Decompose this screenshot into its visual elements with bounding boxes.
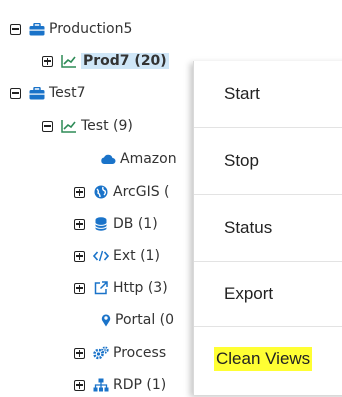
- expand-icon[interactable]: [74, 347, 85, 359]
- menu-item-label: Start: [224, 84, 260, 103]
- map-marker-icon: [100, 313, 111, 327]
- tree-node-test7[interactable]: Test7: [10, 81, 85, 105]
- expand-icon[interactable]: [74, 186, 85, 198]
- tree-node-label: DB (1): [113, 216, 158, 232]
- cogs-icon: [93, 346, 109, 360]
- tree-node-label: RDP (1): [113, 377, 167, 393]
- menu-item-label: Status: [224, 218, 273, 237]
- tree-node-label: Amazon: [120, 151, 177, 167]
- code-icon: [93, 249, 109, 263]
- tree-node-label: Production5: [49, 21, 133, 37]
- database-icon: [93, 217, 109, 231]
- tree-node-label: Ext (1): [113, 248, 160, 264]
- tree-node-label: Portal (0: [115, 312, 175, 328]
- tree-node-label: ArcGIS (: [113, 184, 170, 200]
- expand-icon[interactable]: [74, 218, 85, 230]
- menu-item-export[interactable]: Export: [194, 261, 342, 327]
- tree-node-production5[interactable]: Production5: [10, 17, 132, 41]
- tree-node-http[interactable]: Http (3): [74, 276, 168, 300]
- tree-node-label: Test7: [49, 85, 86, 101]
- menu-item-label: Export: [224, 284, 274, 303]
- tree-node-amazon[interactable]: Amazon: [100, 147, 177, 171]
- expand-icon[interactable]: [42, 55, 53, 67]
- context-menu: Start Stop Status Export Clean Views: [193, 61, 342, 395]
- sitemap-icon: [93, 378, 109, 392]
- globe-icon: [93, 185, 109, 199]
- tree-node-label: Prod7 (20): [81, 53, 169, 69]
- briefcase-icon: [29, 22, 45, 36]
- cloud-icon: [100, 152, 116, 166]
- menu-item-label: Clean Views: [214, 347, 313, 371]
- expand-icon[interactable]: [74, 379, 85, 391]
- tree-node-ext[interactable]: Ext (1): [74, 244, 160, 268]
- tree-node-arcgis[interactable]: ArcGIS (: [74, 180, 170, 204]
- tree-node-process[interactable]: Process: [74, 341, 166, 365]
- menu-item-clean-views[interactable]: Clean Views: [194, 326, 342, 392]
- briefcase-icon: [29, 86, 45, 100]
- tree-node-label: Process: [113, 345, 167, 361]
- tree-node-portal[interactable]: Portal (0: [100, 308, 174, 332]
- tree-node-label: Test (9): [81, 118, 133, 134]
- line-chart-icon: [61, 119, 77, 133]
- collapse-icon[interactable]: [10, 87, 21, 99]
- menu-item-status[interactable]: Status: [194, 195, 342, 261]
- tree-node-db[interactable]: DB (1): [74, 212, 158, 236]
- tree-node-rdp[interactable]: RDP (1): [74, 373, 166, 397]
- menu-item-stop[interactable]: Stop: [194, 128, 342, 194]
- menu-item-start[interactable]: Start: [194, 61, 342, 127]
- expand-icon[interactable]: [74, 282, 85, 294]
- external-link-icon: [93, 281, 109, 295]
- expand-icon[interactable]: [74, 250, 85, 262]
- tree-node-label: Http (3): [113, 280, 168, 296]
- line-chart-icon: [61, 54, 77, 68]
- tree-node-prod7[interactable]: Prod7 (20): [42, 49, 169, 73]
- tree-node-test[interactable]: Test (9): [42, 114, 133, 138]
- collapse-icon[interactable]: [42, 120, 53, 132]
- menu-item-label: Stop: [224, 151, 259, 170]
- collapse-icon[interactable]: [10, 23, 21, 35]
